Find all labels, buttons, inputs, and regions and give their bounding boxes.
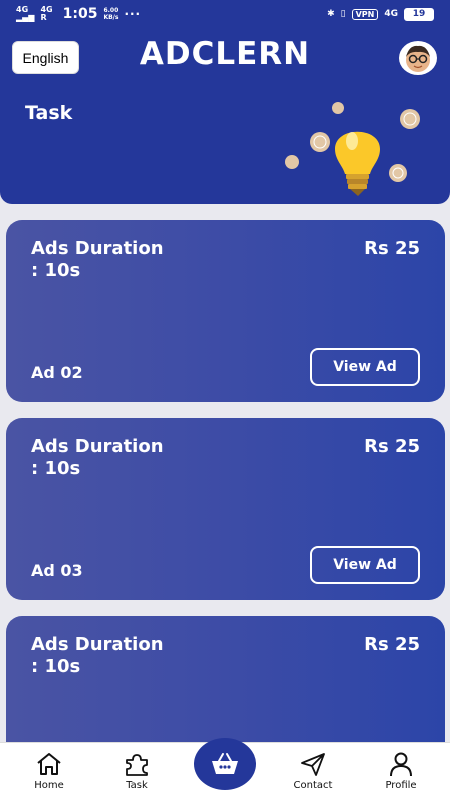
status-right: ✱ ▯ VPN 4G 19 (327, 7, 434, 21)
status-bar: 4G ▂▄▆ 4G R 1:05 6.00 KB/s ··· ✱ ▯ VPN 4G 1… (0, 0, 450, 28)
bluetooth-icon: ✱ (327, 9, 335, 19)
network-speed: 6.00 KB/s (103, 7, 119, 21)
signal-1-icon: 4G ▂▄▆ (16, 5, 35, 22)
send-icon (301, 753, 325, 776)
task-banner: Task (0, 86, 450, 204)
ad-card: Ads Duration : 10s Rs 25 Ad 02 View Ad (6, 220, 445, 402)
ad-number: Ad 03 (31, 561, 83, 580)
ad-duration: Ads Duration : 10s (31, 634, 164, 677)
ad-price: Rs 25 (364, 436, 420, 457)
banner-title: Task (25, 102, 73, 124)
app-title: ADCLERN (139, 36, 311, 72)
ad-price: Rs 25 (364, 634, 420, 655)
ad-number: Ad 02 (31, 363, 83, 382)
app-header: English ADCLERN (0, 28, 450, 86)
avatar[interactable] (399, 41, 437, 75)
home-icon (37, 753, 61, 775)
vpn-badge: VPN (351, 8, 379, 20)
ad-duration: Ads Duration : 10s (31, 238, 164, 281)
avatar-face-icon (406, 45, 430, 72)
ad-card: Ads Duration : 10s Rs 25 Ad 03 View Ad (6, 418, 445, 600)
network-type: 4G (384, 9, 398, 19)
nav-contact-label: Contact (293, 780, 333, 791)
status-time: 1:05 (62, 6, 98, 22)
nav-contact[interactable]: Contact (278, 751, 348, 791)
view-ad-button[interactable]: View Ad (310, 348, 420, 386)
view-ad-button[interactable]: View Ad (310, 546, 420, 584)
user-icon (390, 752, 412, 777)
more-notifications-icon: ··· (124, 7, 142, 21)
puzzle-icon (126, 754, 148, 776)
nav-task-label: Task (126, 780, 148, 791)
basket-icon (212, 753, 238, 774)
center-action-button[interactable] (194, 738, 256, 790)
ad-price: Rs 25 (364, 238, 420, 259)
nav-profile[interactable]: Profile (366, 751, 436, 791)
signal-2-icon: 4G R (40, 5, 53, 22)
vibrate-icon: ▯ (340, 9, 346, 19)
nav-profile-label: Profile (385, 780, 417, 791)
battery-icon: 19 (404, 7, 434, 21)
lightbulb-coins-icon (285, 102, 420, 196)
nav-home[interactable]: Home (14, 751, 84, 791)
nav-task[interactable]: Task (102, 751, 172, 791)
ad-duration: Ads Duration : 10s (31, 436, 164, 479)
nav-home-label: Home (34, 780, 64, 791)
status-left: 4G ▂▄▆ 4G R 1:05 6.00 KB/s ··· (16, 5, 142, 23)
